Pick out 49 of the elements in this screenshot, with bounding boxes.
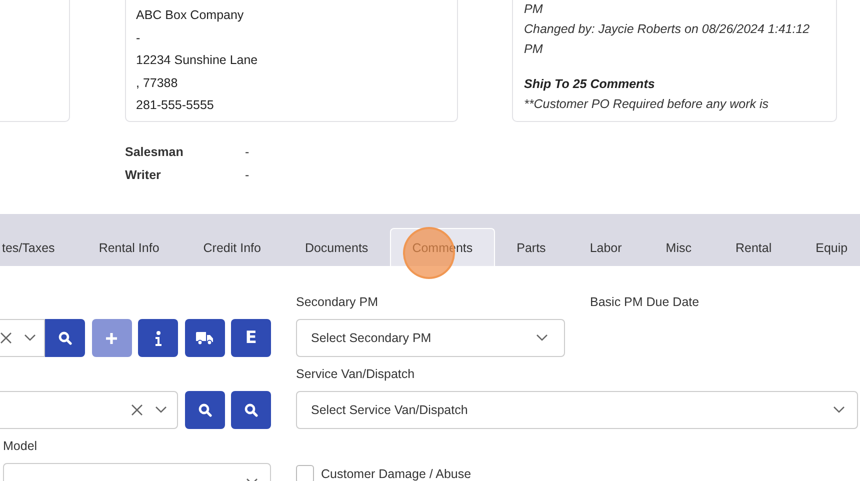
clear-icon[interactable] bbox=[0, 332, 12, 344]
tab[interactable]: Parts bbox=[494, 228, 568, 266]
truck-button[interactable] bbox=[184, 319, 224, 357]
search-icon bbox=[244, 403, 258, 417]
select-field[interactable] bbox=[0, 391, 178, 429]
secondary-pm-select[interactable]: Select Secondary PM bbox=[296, 319, 565, 357]
service-van-select[interactable]: Select Service Van/Dispatch bbox=[296, 391, 858, 429]
chevron-down-icon bbox=[833, 406, 845, 414]
truck-icon bbox=[196, 332, 213, 344]
tab[interactable]: Documents bbox=[282, 228, 390, 266]
clear-icon[interactable] bbox=[131, 404, 143, 416]
comment-text: Changed by: Jaycie Roberts on 08/26/2024 1:41:12 PM bbox=[524, 21, 811, 58]
info-value: - bbox=[245, 144, 250, 161]
field-label: Secondary PM bbox=[296, 294, 379, 311]
info-button[interactable] bbox=[138, 319, 178, 357]
search-button[interactable] bbox=[45, 319, 85, 357]
tab[interactable]: Misc bbox=[644, 228, 714, 266]
search-button[interactable] bbox=[231, 391, 271, 429]
tab[interactable]: Rental Info bbox=[76, 228, 182, 266]
tab[interactable]: tes/Taxes bbox=[0, 228, 77, 266]
search-button[interactable] bbox=[184, 391, 224, 429]
plus-icon bbox=[105, 332, 118, 344]
comment-text: PM bbox=[524, 1, 544, 18]
tab[interactable]: Equip bbox=[794, 228, 860, 266]
checkbox[interactable] bbox=[296, 465, 314, 481]
tab[interactable]: Labor bbox=[568, 228, 644, 266]
info-value: - bbox=[245, 167, 250, 184]
tab[interactable]: Rental bbox=[714, 228, 794, 266]
comment-text: **Customer PO Required before any work is bbox=[524, 96, 770, 113]
address-line: , 77388 bbox=[136, 74, 179, 92]
tab[interactable]: Credit Info bbox=[181, 228, 283, 266]
field-label: Basic PM Due Date bbox=[590, 294, 700, 311]
chevron-down-icon bbox=[24, 334, 36, 342]
address-line: ABC Box Company bbox=[136, 7, 245, 24]
chevron-down-icon bbox=[155, 406, 167, 414]
search-icon bbox=[58, 331, 72, 345]
info-label: Salesman bbox=[125, 144, 184, 161]
chevron-down-icon bbox=[536, 334, 548, 342]
info-icon bbox=[154, 330, 162, 346]
address-line: 281-555-5555 bbox=[136, 97, 215, 114]
comments-heading: Ship To 25 Comments bbox=[524, 76, 656, 93]
field-label: Service Van/Dispatch bbox=[296, 366, 416, 383]
address-line: 12234 Sunshine Lane bbox=[136, 52, 259, 69]
search-icon bbox=[198, 403, 212, 417]
letter-button[interactable]: E bbox=[231, 319, 271, 357]
checkbox-label: Customer Damage / Abuse bbox=[321, 467, 472, 481]
field-label: Model bbox=[2, 438, 38, 455]
address-line: - bbox=[136, 30, 142, 46]
info-label: Writer bbox=[125, 167, 162, 184]
